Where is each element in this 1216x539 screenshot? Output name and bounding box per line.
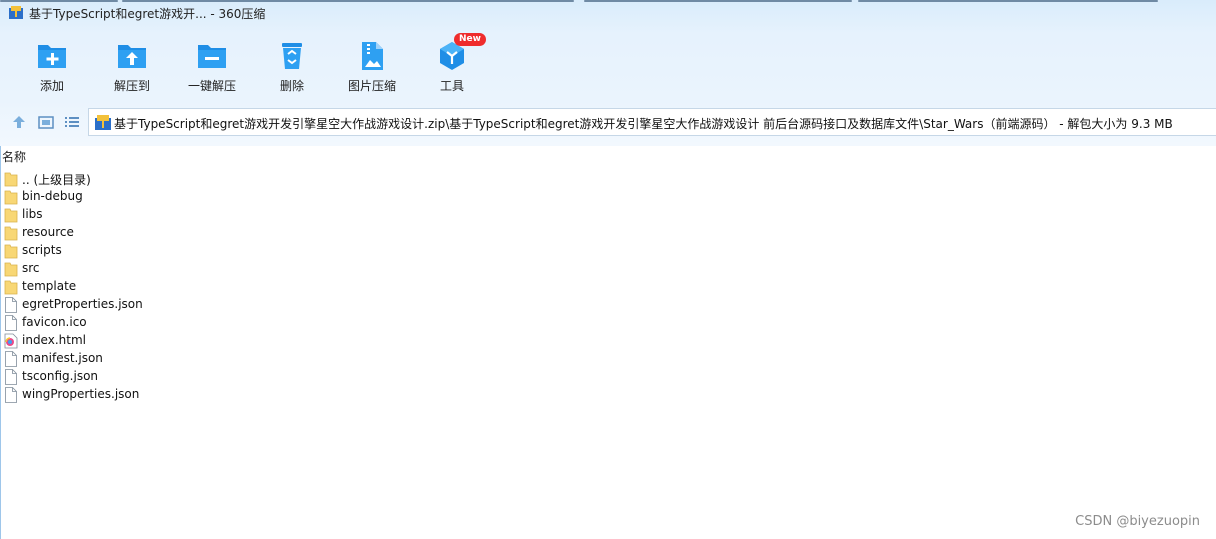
watermark: CSDN @biyezuopin [1075, 514, 1200, 529]
file-name: src [22, 261, 40, 275]
file-icon [5, 369, 17, 385]
file-name: egretProperties.json [22, 297, 143, 311]
folder-row[interactable]: bin-debug [4, 188, 404, 206]
add-folder-icon [38, 45, 66, 68]
file-name: libs [22, 207, 43, 221]
top-edge [0, 0, 1216, 2]
folder-row[interactable]: template [4, 278, 404, 296]
file-icon [5, 387, 17, 403]
folder-icon [4, 226, 18, 241]
add-button[interactable]: 添加 [12, 38, 92, 98]
file-icon [5, 297, 17, 313]
image-compress-icon [362, 42, 383, 70]
name-column-header[interactable]: 名称 [2, 148, 26, 165]
browser-html-icon [4, 333, 18, 349]
add-button-label: 添加 [39, 79, 64, 93]
file-name: template [22, 279, 77, 293]
file-row[interactable]: tsconfig.json [4, 368, 404, 386]
tools-label: 工具 [439, 79, 464, 93]
up-arrow-icon[interactable] [10, 113, 28, 131]
new-badge: New [454, 33, 486, 46]
image-compress-button[interactable]: 图片压缩 [332, 38, 412, 98]
main-toolbar: 添加 解压到 一键解压 删除 图片压缩 工具 [0, 38, 520, 98]
archive-file-icon [95, 115, 111, 130]
address-bar[interactable]: 基于TypeScript和egret游戏开发引擎星空大作战游戏设计.zip\基于… [88, 108, 1216, 136]
list-view-icon[interactable] [63, 113, 81, 131]
file-row[interactable]: manifest.json [4, 350, 404, 368]
file-name: bin-debug [22, 189, 83, 203]
delete-label: 删除 [279, 79, 304, 93]
thumbnail-view-icon[interactable] [37, 113, 55, 131]
file-name: favicon.ico [22, 315, 87, 329]
window-chrome: 基于TypeScript和egret游戏开... - 360压缩 添加 解压到 [0, 0, 1216, 146]
one-click-extract-icon [198, 45, 226, 68]
file-name: resource [22, 225, 74, 239]
folder-icon [4, 244, 18, 259]
folder-row[interactable]: scripts [4, 242, 404, 260]
file-row[interactable]: wingProperties.json [4, 386, 404, 404]
tools-button[interactable]: 工具 [412, 38, 492, 98]
file-row[interactable]: egretProperties.json [4, 296, 404, 314]
folder-icon [4, 280, 18, 295]
folder-row[interactable]: src [4, 260, 404, 278]
extract-to-button[interactable]: 解压到 [92, 38, 172, 98]
file-name: index.html [22, 333, 86, 347]
file-name: tsconfig.json [22, 369, 99, 383]
archive-app-icon [9, 6, 23, 19]
file-row[interactable]: index.html [4, 332, 404, 350]
file-name: wingProperties.json [22, 387, 140, 401]
file-name: manifest.json [22, 351, 103, 365]
file-icon [5, 315, 17, 331]
folder-icon [4, 262, 18, 277]
file-row[interactable]: favicon.ico [4, 314, 404, 332]
file-name: .. (上级目录) [22, 173, 91, 187]
file-icon [5, 351, 17, 367]
folder-icon [4, 190, 18, 205]
navigation-bar: 基于TypeScript和egret游戏开发引擎星空大作战游戏设计.zip\基于… [0, 106, 1216, 138]
one-click-extract-label: 一键解压 [187, 79, 236, 93]
file-list: 名称 .. (上级目录) bin-debug libs resource scripts… [0, 146, 1216, 539]
folder-icon [4, 208, 18, 223]
extract-to-icon [118, 45, 146, 68]
extract-to-label: 解压到 [113, 79, 150, 93]
folder-row[interactable]: .. (上级目录) [4, 170, 404, 188]
recycle-bin-icon [282, 43, 302, 69]
folder-row[interactable]: libs [4, 206, 404, 224]
window-title: 基于TypeScript和egret游戏开... - 360压缩 [29, 7, 266, 21]
image-compress-label: 图片压缩 [347, 79, 396, 93]
folder-icon [4, 172, 18, 187]
folder-row[interactable]: resource [4, 224, 404, 242]
file-name: scripts [22, 243, 62, 257]
one-click-extract-button[interactable]: 一键解压 [172, 38, 252, 98]
address-path: 基于TypeScript和egret游戏开发引擎星空大作战游戏设计.zip\基于… [114, 117, 1173, 131]
delete-button[interactable]: 删除 [252, 38, 332, 98]
